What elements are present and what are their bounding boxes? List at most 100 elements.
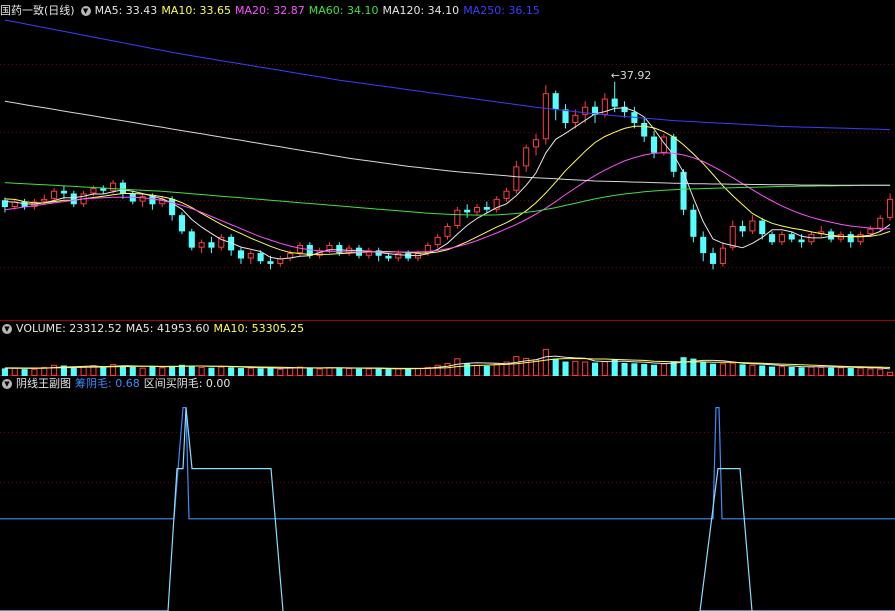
- volume-panel[interactable]: [1, 348, 894, 377]
- volume-header: ▼ VOLUME: 23312.52 MA5: 41953.60 MA10: 533…: [0, 321, 312, 337]
- candle[interactable]: [611, 81, 618, 113]
- candle[interactable]: [473, 204, 481, 216]
- indicator-legend: 阴线王副图 筹阴毛: 0.68 区间买阴毛: 0.00: [16, 376, 234, 392]
- volume-bar: [326, 367, 333, 377]
- ma-legend-item-0: MA5: 33.43: [94, 4, 158, 17]
- volume-bar: [660, 363, 667, 377]
- volume-legend-item-0: VOLUME: 23312.52: [16, 322, 122, 335]
- candle[interactable]: [503, 188, 510, 202]
- volume-bar: [149, 366, 156, 376]
- candle[interactable]: [178, 212, 185, 235]
- candle[interactable]: [444, 223, 451, 240]
- candle[interactable]: [680, 169, 687, 216]
- volume-bar: [542, 348, 549, 377]
- volume-bar: [267, 368, 274, 376]
- candle[interactable]: [769, 231, 776, 245]
- candle[interactable]: [719, 242, 726, 267]
- volume-bar: [375, 368, 382, 376]
- volume-bar: [1, 368, 8, 376]
- candle[interactable]: [552, 90, 559, 121]
- volume-bar: [759, 365, 766, 376]
- candle[interactable]: [739, 220, 746, 237]
- volume-bar: [336, 368, 343, 376]
- candle[interactable]: [454, 207, 461, 229]
- volume-bar: [51, 364, 58, 376]
- price-header: 国药一致(日线) ▼ MA5: 33.43 MA10: 33.65 MA20: 32…: [0, 3, 548, 19]
- volume-bar: [641, 364, 648, 376]
- high-price-annotation: ←37.92: [611, 69, 652, 82]
- candle[interactable]: [483, 201, 490, 213]
- volume-bar: [582, 361, 589, 376]
- volume-bar: [159, 367, 166, 377]
- volume-bar: [228, 367, 235, 376]
- volume-bar: [591, 362, 599, 376]
- candle[interactable]: [690, 204, 697, 243]
- series-ma60: [4, 182, 891, 216]
- ma-legend-item-5: MA250: 36.15: [463, 4, 540, 17]
- volume-bar: [739, 364, 746, 376]
- candle[interactable]: [434, 234, 441, 248]
- volume-bar: [355, 368, 363, 376]
- candle[interactable]: [237, 247, 245, 264]
- chevron-down-icon[interactable]: ▼: [2, 324, 12, 334]
- candle[interactable]: [778, 231, 785, 245]
- ma-legend-item-3: MA60: 34.10: [308, 4, 379, 17]
- volume-bar: [552, 358, 559, 376]
- candle[interactable]: [365, 247, 372, 259]
- candle[interactable]: [228, 234, 235, 256]
- candle[interactable]: [562, 104, 569, 129]
- series-ma250: [4, 19, 891, 131]
- candle[interactable]: [493, 196, 500, 213]
- candle[interactable]: [1, 197, 8, 213]
- candle[interactable]: [523, 144, 530, 172]
- volume-bar: [80, 366, 87, 377]
- candle[interactable]: [601, 93, 608, 118]
- series-ma120: [4, 100, 891, 186]
- candle[interactable]: [159, 196, 166, 208]
- candle[interactable]: [277, 255, 284, 267]
- candle[interactable]: [710, 247, 717, 270]
- candle[interactable]: [749, 215, 756, 235]
- candle[interactable]: [188, 228, 195, 251]
- volume-bar: [631, 363, 638, 376]
- volume-bar: [719, 363, 726, 377]
- volume-legend-item-2: MA10: 53305.25: [213, 322, 305, 335]
- price-panel[interactable]: ←37.92: [1, 19, 894, 270]
- candle[interactable]: [464, 204, 471, 218]
- candle[interactable]: [887, 193, 894, 221]
- volume-bar: [169, 365, 176, 376]
- candle[interactable]: [641, 117, 648, 142]
- volume-bar: [414, 368, 422, 376]
- candle[interactable]: [100, 185, 107, 194]
- volume-bar: [483, 365, 490, 376]
- volume-bar: [769, 366, 776, 376]
- candle[interactable]: [857, 231, 864, 245]
- candle[interactable]: [375, 247, 382, 262]
- candle[interactable]: [818, 225, 825, 237]
- candle[interactable]: [208, 236, 215, 254]
- candle[interactable]: [139, 193, 146, 208]
- volume-bar: [139, 367, 146, 376]
- volume-bar: [818, 366, 825, 377]
- chevron-down-icon[interactable]: ▼: [80, 6, 91, 16]
- volume-bar: [306, 368, 313, 376]
- indicator-panel[interactable]: [0, 407, 895, 611]
- candle[interactable]: [247, 250, 254, 264]
- candle[interactable]: [532, 133, 540, 156]
- volume-bar: [729, 362, 736, 377]
- candle[interactable]: [591, 101, 599, 123]
- candle[interactable]: [70, 190, 77, 208]
- indicator-legend-item-2: 区间买阴毛: 0.00: [143, 377, 231, 390]
- chevron-down-icon[interactable]: ▼: [2, 379, 12, 389]
- volume-bar: [208, 367, 215, 376]
- candle[interactable]: [542, 85, 549, 145]
- candle[interactable]: [847, 231, 854, 248]
- volume-bar: [31, 368, 38, 376]
- candle[interactable]: [621, 101, 628, 118]
- candle[interactable]: [700, 231, 707, 262]
- volume-legend: VOLUME: 23312.52 MA5: 41953.60 MA10: 53305…: [16, 321, 308, 337]
- volume-bar: [867, 368, 874, 376]
- candle[interactable]: [60, 185, 67, 199]
- candle[interactable]: [218, 234, 225, 251]
- candle[interactable]: [198, 239, 205, 254]
